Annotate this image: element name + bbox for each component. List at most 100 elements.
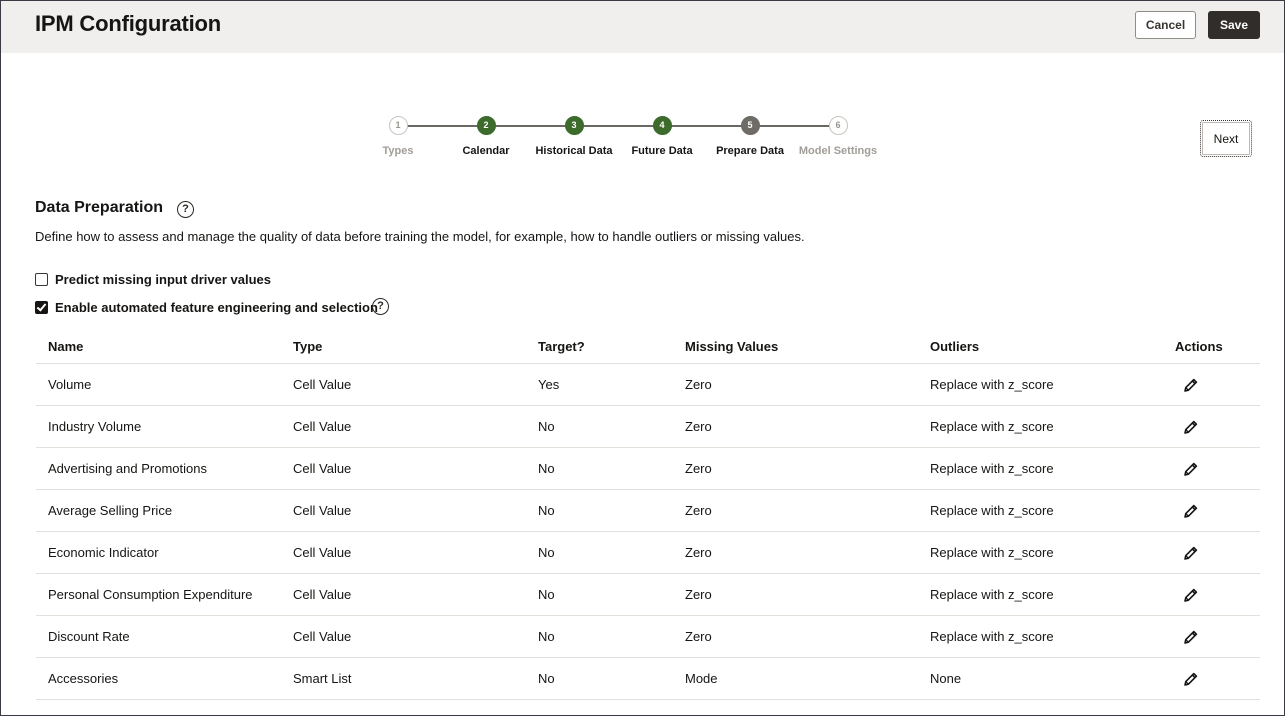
cell-actions bbox=[1163, 616, 1260, 657]
cell-name: Volume bbox=[48, 377, 92, 392]
pencil-icon[interactable] bbox=[1181, 501, 1201, 521]
feature-engineering-checkbox[interactable] bbox=[35, 301, 48, 314]
cell-name: Economic Indicator bbox=[48, 545, 159, 560]
cell-missing-values: Zero bbox=[685, 503, 712, 518]
step-label: Model Settings bbox=[798, 145, 878, 157]
cell-outliers: Replace with z_score bbox=[930, 461, 1054, 476]
cell-outliers: Replace with z_score bbox=[930, 419, 1054, 434]
cell-actions bbox=[1163, 490, 1260, 531]
cell-type: Cell Value bbox=[293, 545, 352, 560]
table-row[interactable]: Volume Cell Value Yes Zero Replace with … bbox=[36, 364, 1260, 406]
cell-type: Cell Value bbox=[293, 587, 352, 602]
cell-type: Cell Value bbox=[293, 419, 352, 434]
cell-target: No bbox=[538, 629, 555, 644]
cell-name: Personal Consumption Expenditure bbox=[48, 587, 253, 602]
checkbox-label: Enable automated feature engineering and… bbox=[55, 300, 378, 315]
pencil-icon-svg bbox=[1184, 588, 1198, 602]
step-number: 3 bbox=[564, 116, 584, 135]
train-stepper: 1 Types 2 Calendar 3 Historical Data 4 F… bbox=[1, 116, 1284, 176]
column-header-outliers[interactable]: Outliers bbox=[918, 328, 1163, 363]
help-icon[interactable]: ? bbox=[372, 298, 389, 315]
predict-missing-checkbox[interactable] bbox=[35, 273, 48, 286]
checkbox-label: Predict missing input driver values bbox=[55, 272, 272, 287]
cell-target: No bbox=[538, 545, 555, 560]
cell-missing-values: Mode bbox=[685, 671, 718, 686]
column-header-actions: Actions bbox=[1175, 339, 1223, 354]
cell-actions bbox=[1163, 532, 1260, 573]
cell-type: Smart List bbox=[293, 671, 352, 686]
pencil-icon-svg bbox=[1184, 504, 1198, 518]
pencil-icon[interactable] bbox=[1181, 585, 1201, 605]
column-header-target[interactable]: Target? bbox=[526, 328, 673, 363]
table-header-row: Name Type Target? Missing Values Outlier… bbox=[36, 328, 1260, 364]
pencil-icon-svg bbox=[1184, 420, 1198, 434]
table-row[interactable]: Economic Indicator Cell Value No Zero Re… bbox=[36, 532, 1260, 574]
table-row[interactable]: Accessories Smart List No Mode None bbox=[36, 658, 1260, 700]
save-button[interactable]: Save bbox=[1208, 11, 1260, 39]
step-number: 5 bbox=[740, 116, 760, 135]
cell-target: No bbox=[538, 587, 555, 602]
step-number: 6 bbox=[828, 116, 848, 135]
step-number: 4 bbox=[652, 116, 672, 135]
cell-target: No bbox=[538, 419, 555, 434]
pencil-icon[interactable] bbox=[1181, 417, 1201, 437]
cell-outliers: None bbox=[930, 671, 962, 686]
cell-outliers: Replace with z_score bbox=[930, 629, 1054, 644]
cell-actions bbox=[1163, 364, 1260, 405]
pencil-icon-svg bbox=[1184, 378, 1198, 392]
cell-outliers: Replace with z_score bbox=[930, 503, 1054, 518]
cell-actions bbox=[1163, 406, 1260, 447]
cell-type: Cell Value bbox=[293, 629, 352, 644]
pencil-icon[interactable] bbox=[1181, 669, 1201, 689]
help-icon[interactable]: ? bbox=[177, 201, 194, 218]
cell-name: Industry Volume bbox=[48, 419, 142, 434]
table-row[interactable]: Personal Consumption Expenditure Cell Va… bbox=[36, 574, 1260, 616]
cell-missing-values: Zero bbox=[685, 629, 712, 644]
step-number: 1 bbox=[388, 116, 408, 135]
section-description: Define how to assess and manage the qual… bbox=[35, 229, 805, 244]
cell-name: Advertising and Promotions bbox=[48, 461, 207, 476]
cell-name: Accessories bbox=[48, 671, 119, 686]
cell-target: No bbox=[538, 461, 555, 476]
pencil-icon-svg bbox=[1184, 630, 1198, 644]
feature-engineering-option[interactable]: Enable automated feature engineering and… bbox=[35, 300, 378, 315]
section-title: Data Preparation bbox=[35, 199, 164, 216]
cell-actions bbox=[1163, 658, 1260, 699]
cell-name: Average Selling Price bbox=[48, 503, 173, 518]
column-header-name[interactable]: Name bbox=[36, 328, 281, 363]
step-model-settings[interactable]: 6 Model Settings bbox=[783, 116, 893, 157]
pencil-icon[interactable] bbox=[1181, 375, 1201, 395]
cell-name: Discount Rate bbox=[48, 629, 130, 644]
cell-missing-values: Zero bbox=[685, 587, 712, 602]
pencil-icon[interactable] bbox=[1181, 459, 1201, 479]
table-row[interactable]: Discount Rate Cell Value No Zero Replace… bbox=[36, 616, 1260, 658]
table-row[interactable]: Average Selling Price Cell Value No Zero… bbox=[36, 490, 1260, 532]
predict-missing-option[interactable]: Predict missing input driver values bbox=[35, 272, 271, 287]
pencil-icon[interactable] bbox=[1181, 627, 1201, 647]
cell-missing-values: Zero bbox=[685, 419, 712, 434]
pencil-icon-svg bbox=[1184, 672, 1198, 686]
table-row[interactable]: Advertising and Promotions Cell Value No… bbox=[36, 448, 1260, 490]
page-header: IPM Configuration Cancel Save bbox=[1, 1, 1284, 53]
cell-missing-values: Zero bbox=[685, 377, 712, 392]
cell-actions bbox=[1163, 574, 1260, 615]
table-row[interactable]: Industry Volume Cell Value No Zero Repla… bbox=[36, 406, 1260, 448]
data-preparation-table: Name Type Target? Missing Values Outlier… bbox=[36, 328, 1260, 700]
pencil-icon-svg bbox=[1184, 546, 1198, 560]
cell-type: Cell Value bbox=[293, 461, 352, 476]
column-header-missing-values[interactable]: Missing Values bbox=[673, 328, 918, 363]
cell-target: Yes bbox=[538, 377, 560, 392]
next-button[interactable]: Next bbox=[1200, 120, 1252, 157]
table-body: Volume Cell Value Yes Zero Replace with … bbox=[36, 364, 1260, 700]
column-header-type[interactable]: Type bbox=[281, 328, 526, 363]
cell-target: No bbox=[538, 503, 555, 518]
pencil-icon[interactable] bbox=[1181, 543, 1201, 563]
cell-outliers: Replace with z_score bbox=[930, 377, 1054, 392]
cell-type: Cell Value bbox=[293, 503, 352, 518]
pencil-icon-svg bbox=[1184, 462, 1198, 476]
cell-actions bbox=[1163, 448, 1260, 489]
cancel-button[interactable]: Cancel bbox=[1135, 11, 1196, 39]
cell-type: Cell Value bbox=[293, 377, 352, 392]
cell-outliers: Replace with z_score bbox=[930, 587, 1054, 602]
cell-outliers: Replace with z_score bbox=[930, 545, 1054, 560]
